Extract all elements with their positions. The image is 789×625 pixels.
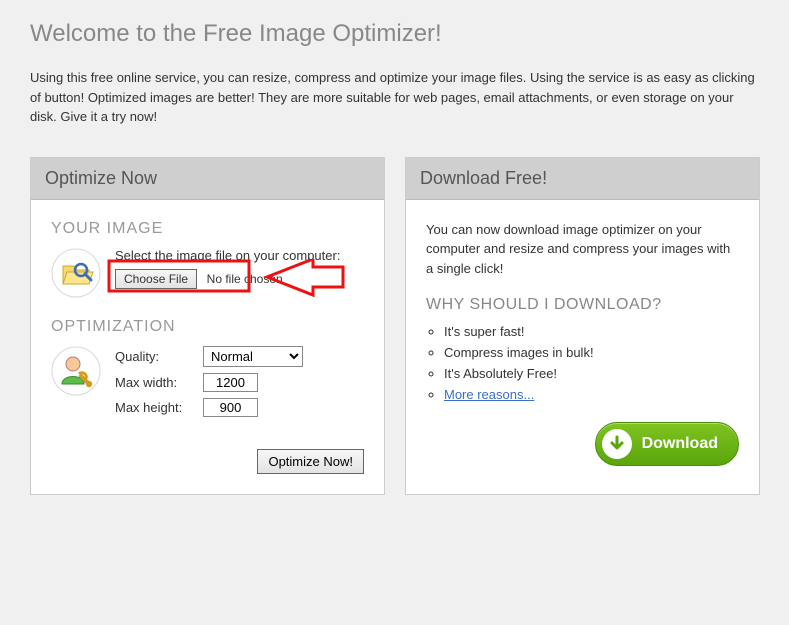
list-item: Compress images in bulk! bbox=[444, 345, 739, 360]
choose-file-button[interactable]: Choose File bbox=[115, 269, 197, 289]
select-prompt: Select the image file on your computer: bbox=[115, 248, 364, 263]
why-download-heading: WHY SHOULD I DOWNLOAD? bbox=[426, 296, 739, 314]
download-arrow-icon bbox=[602, 429, 632, 459]
list-item: More reasons... bbox=[444, 387, 739, 402]
max-height-input[interactable] bbox=[203, 398, 258, 417]
download-button-label: Download bbox=[642, 435, 718, 453]
optimize-panel-header: Optimize Now bbox=[31, 158, 384, 200]
max-height-label: Max height: bbox=[115, 400, 195, 415]
user-tool-icon bbox=[51, 346, 101, 396]
optimization-heading: OPTIMIZATION bbox=[51, 318, 364, 336]
optimize-now-button[interactable]: Optimize Now! bbox=[257, 449, 364, 474]
optimize-panel: Optimize Now YOUR IMAGE Sele bbox=[30, 157, 385, 495]
download-panel-header: Download Free! bbox=[406, 158, 759, 200]
download-panel: Download Free! You can now download imag… bbox=[405, 157, 760, 495]
quality-select[interactable]: Normal bbox=[203, 346, 303, 367]
download-desc: You can now download image optimizer on … bbox=[426, 220, 739, 279]
folder-search-icon bbox=[51, 248, 101, 298]
intro-text: Using this free online service, you can … bbox=[30, 68, 759, 127]
quality-label: Quality: bbox=[115, 349, 195, 364]
download-button[interactable]: Download bbox=[595, 422, 739, 466]
list-item: It's super fast! bbox=[444, 324, 739, 339]
your-image-heading: YOUR IMAGE bbox=[51, 220, 364, 238]
file-status-text: No file chosen bbox=[207, 272, 283, 286]
page-title: Welcome to the Free Image Optimizer! bbox=[30, 20, 759, 48]
max-width-input[interactable] bbox=[203, 373, 258, 392]
list-item: It's Absolutely Free! bbox=[444, 366, 739, 381]
more-reasons-link[interactable]: More reasons... bbox=[444, 387, 534, 402]
max-width-label: Max width: bbox=[115, 375, 195, 390]
